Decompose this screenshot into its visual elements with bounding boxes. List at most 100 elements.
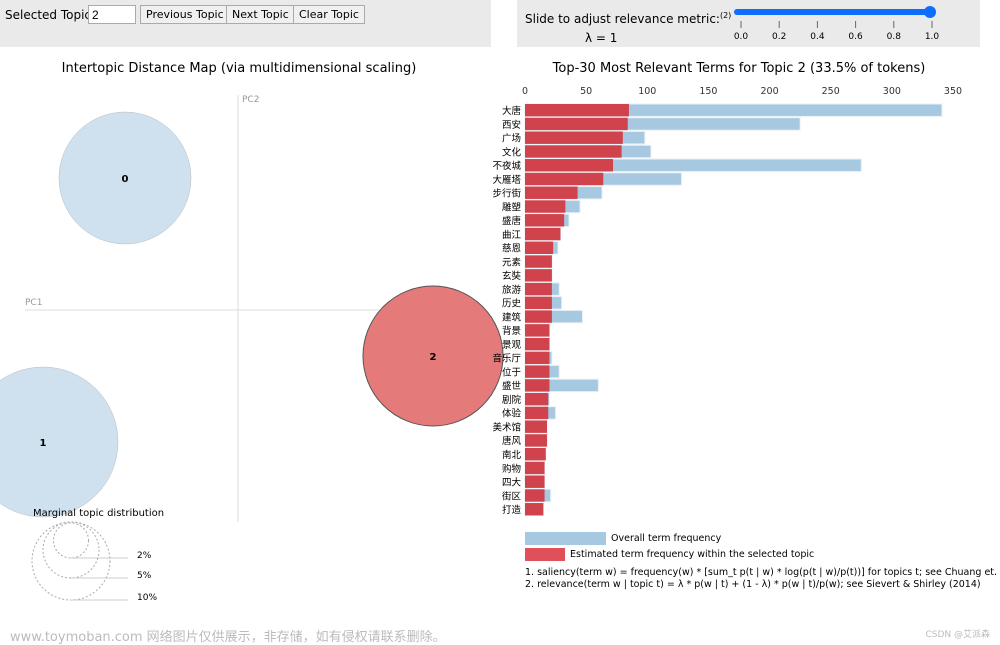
- term-label[interactable]: 体验: [502, 408, 522, 420]
- legend-swatch-topic: [525, 548, 565, 561]
- term-label[interactable]: 南北: [502, 449, 522, 461]
- topic-bubble[interactable]: [58, 111, 192, 245]
- overall-frequency-bar: [524, 392, 550, 406]
- slider-handle[interactable]: [924, 6, 936, 18]
- topic-frequency-bar: [525, 145, 622, 158]
- overall-frequency-bar: [524, 103, 943, 117]
- term-label[interactable]: 步行街: [492, 188, 521, 200]
- clear-topic-button[interactable]: Clear Topic: [293, 5, 365, 24]
- x-tick-label: 0: [522, 86, 528, 97]
- overall-frequency-bar: [524, 254, 553, 269]
- slider-tick-label: 1.0: [925, 32, 940, 42]
- topic-frequency-bar: [525, 392, 549, 406]
- topic-frequency-bar: [525, 131, 623, 144]
- topic-frequency-bar: [525, 310, 552, 323]
- term-label[interactable]: 不夜城: [492, 160, 521, 172]
- topic-frequency-bar: [525, 461, 545, 475]
- next-topic-button[interactable]: Next Topic: [226, 5, 295, 24]
- selected-topic-label: Selected Topic:: [5, 8, 96, 22]
- term-label[interactable]: 玄奘: [502, 270, 522, 282]
- pc1-label: PC1: [25, 298, 42, 308]
- slider-tick-label: 0.4: [810, 32, 825, 42]
- term-label[interactable]: 广场: [502, 133, 521, 145]
- overall-frequency-bar: [524, 337, 550, 351]
- term-label[interactable]: 音乐厅: [492, 353, 521, 365]
- bar-chart-title: Top-30 Most Relevant Terms for Topic 2 (…: [552, 61, 926, 76]
- overall-frequency-bar: [524, 268, 553, 283]
- topic-circle-1[interactable]: 1: [0, 366, 119, 518]
- marginal-label: 5%: [137, 571, 152, 581]
- term-label[interactable]: 历史: [502, 298, 522, 310]
- term-label[interactable]: 盛世: [502, 380, 522, 392]
- slider-tick-label: 0.8: [887, 32, 902, 42]
- topic-frequency-bar: [525, 214, 565, 227]
- marginal-label: 2%: [137, 551, 152, 561]
- topic-frequency-bar: [525, 200, 566, 213]
- marginal-label: 10%: [137, 593, 157, 603]
- term-label[interactable]: 雕塑: [502, 201, 522, 213]
- x-tick-label: 50: [580, 86, 592, 97]
- slider-tick-label: 0.6: [848, 32, 863, 42]
- topic-frequency-bar: [525, 159, 614, 172]
- topic-frequency-bar: [525, 241, 554, 254]
- term-label[interactable]: 建筑: [502, 311, 522, 323]
- term-label[interactable]: 大雁塔: [492, 174, 521, 186]
- topic-frequency-bar: [525, 406, 549, 420]
- topic-bubble[interactable]: [362, 285, 504, 427]
- relevance-slider[interactable]: 0.0 0.2 0.4 0.6 0.8 1.0: [727, 0, 967, 47]
- topic-frequency-bar: [525, 489, 545, 502]
- topic-circle-2[interactable]: 2: [362, 285, 504, 427]
- selected-topic-input[interactable]: [88, 5, 136, 24]
- overall-frequency-bar: [524, 213, 570, 227]
- term-label[interactable]: 位于: [502, 366, 521, 378]
- topic-circle-0[interactable]: 0: [58, 111, 192, 245]
- overall-frequency-bar: [524, 488, 552, 503]
- legend-label-overall: Overall term frequency: [611, 533, 722, 544]
- topic-frequency-bar: [525, 117, 628, 131]
- term-label[interactable]: 街区: [502, 490, 522, 502]
- previous-topic-button[interactable]: Previous Topic: [140, 5, 230, 24]
- overall-frequency-bar: [524, 158, 862, 172]
- topic-frequency-bar: [525, 351, 550, 365]
- term-label[interactable]: 大唐: [502, 105, 521, 117]
- term-label[interactable]: 四大: [502, 477, 522, 489]
- term-label[interactable]: 西安: [502, 119, 521, 131]
- topic-frequency-bar: [525, 420, 548, 433]
- term-label[interactable]: 景观: [502, 340, 522, 351]
- term-label[interactable]: 元素: [502, 256, 522, 268]
- term-label[interactable]: 购物: [502, 463, 522, 475]
- map-title: Intertopic Distance Map (via multidimens…: [62, 61, 417, 76]
- term-label[interactable]: 曲江: [502, 230, 522, 241]
- slider-label: Slide to adjust relevance metric:(2): [525, 11, 732, 26]
- topic-bubble[interactable]: [0, 366, 119, 518]
- overall-frequency-bar: [524, 131, 646, 145]
- x-tick-label: 200: [761, 86, 779, 97]
- term-label[interactable]: 剧院: [502, 394, 522, 406]
- term-label[interactable]: 慈恩: [502, 243, 521, 255]
- x-tick-label: 100: [638, 86, 656, 97]
- overall-frequency-bar: [524, 461, 546, 475]
- marginal-title: Marginal topic distribution: [33, 508, 164, 519]
- term-label[interactable]: 盛唐: [502, 215, 521, 227]
- topic-frequency-bar: [525, 324, 550, 337]
- term-label[interactable]: 美术馆: [492, 421, 521, 433]
- topic-frequency-bar: [525, 448, 546, 461]
- slider-tick-label: 0.2: [772, 32, 786, 42]
- topic-label: 2: [430, 352, 437, 363]
- overall-frequency-bar: [524, 172, 683, 186]
- topic-control-panel: Selected Topic: Previous Topic Next Topi…: [0, 0, 491, 47]
- term-label[interactable]: 打造: [502, 504, 522, 516]
- topic-label: 1: [40, 438, 47, 449]
- term-label[interactable]: 背景: [502, 325, 521, 337]
- marginal-circle: [42, 521, 100, 579]
- topic-frequency-bar: [525, 104, 629, 117]
- watermark-author: CSDN @艾派森: [925, 630, 990, 640]
- term-label[interactable]: 旅游: [502, 284, 522, 296]
- term-label[interactable]: 唐风: [502, 435, 522, 447]
- topic-frequency-bar: [525, 475, 545, 488]
- term-label[interactable]: 文化: [502, 146, 522, 158]
- overall-frequency-bar: [524, 433, 548, 448]
- overall-frequency-bar: [524, 241, 559, 255]
- overall-frequency-bar: [524, 296, 563, 310]
- x-tick-label: 350: [944, 86, 962, 97]
